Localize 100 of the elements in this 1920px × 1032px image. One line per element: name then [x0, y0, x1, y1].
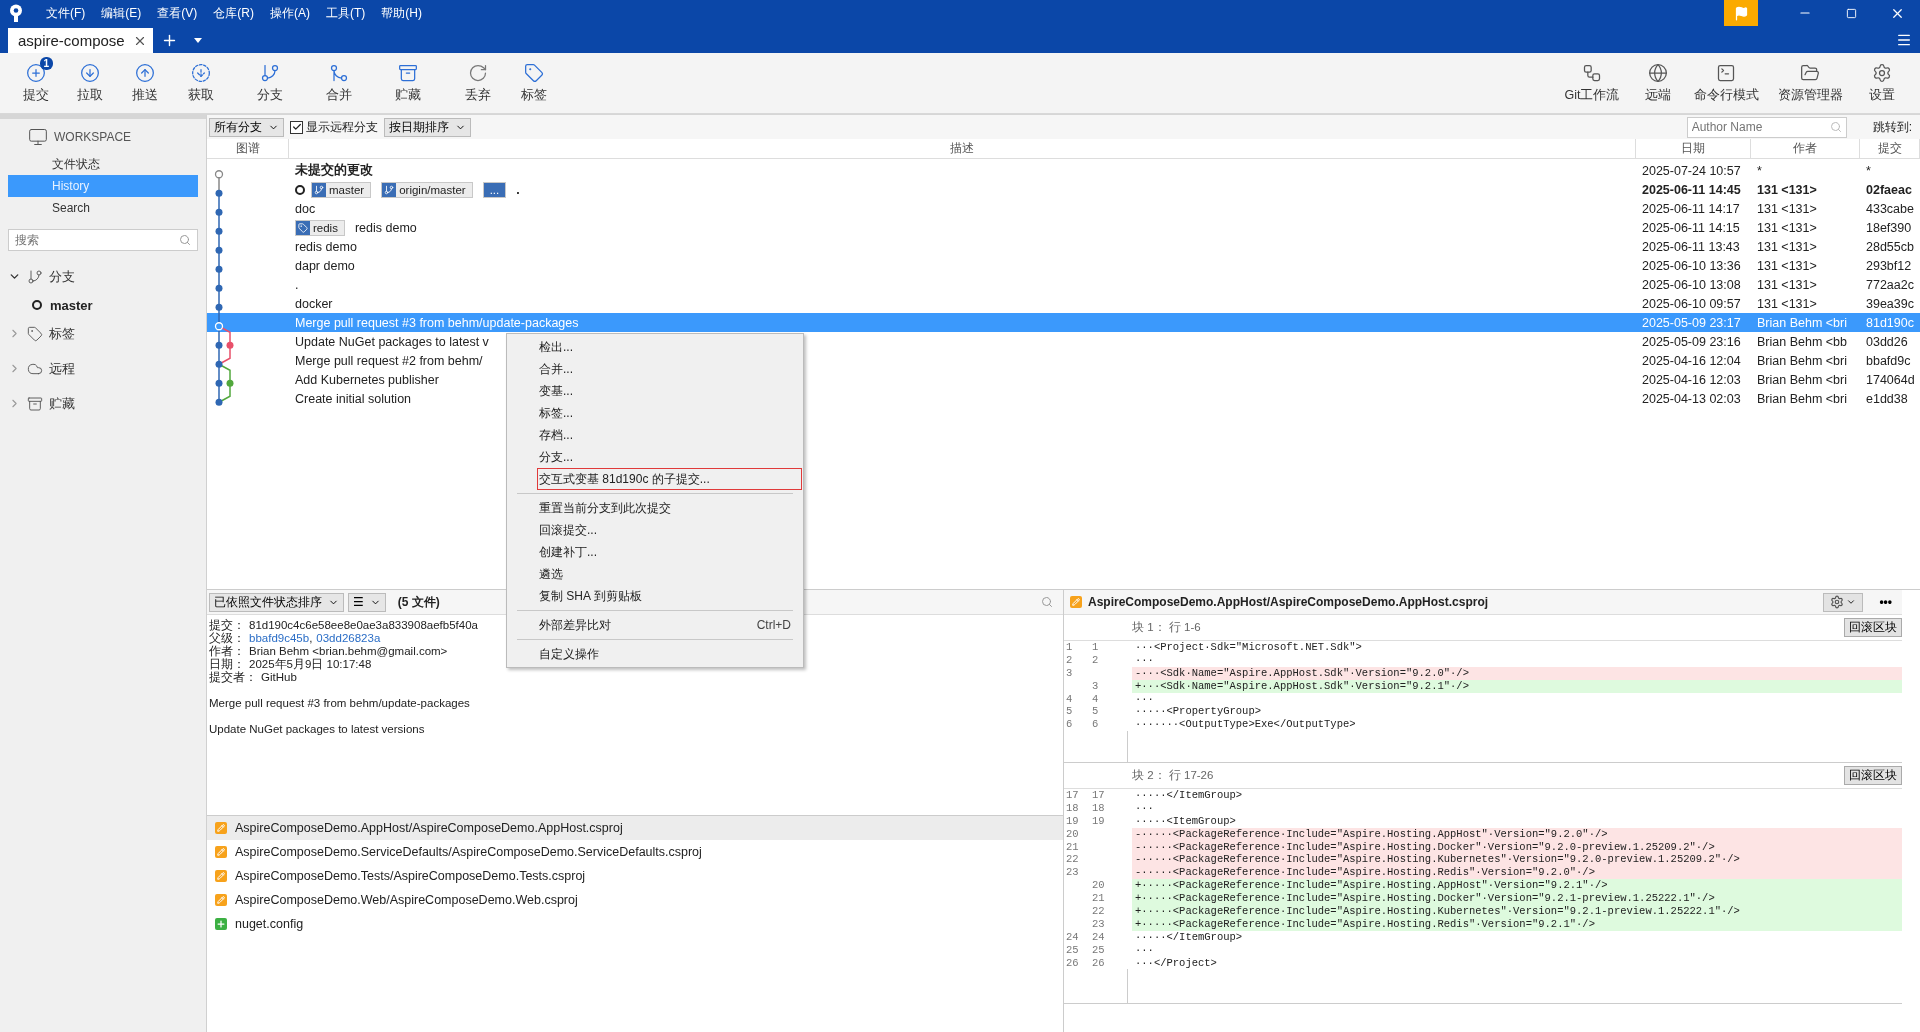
toolbar-button[interactable]: 远端 — [1632, 53, 1684, 113]
file-row[interactable]: AspireComposeDemo.Web/AspireComposeDemo.Web.csproj — [207, 888, 1063, 912]
sort-dropdown[interactable]: 按日期排序 — [384, 117, 471, 137]
commit-message: Merge pull request #3 from behm/update-packages — [295, 315, 579, 330]
modified-icon — [215, 846, 227, 858]
file-row[interactable]: AspireComposeDemo.AppHost/AspireComposeDemo.AppHost.csproj — [207, 816, 1063, 840]
toolbar-button[interactable]: 推送 — [117, 53, 173, 113]
sidebar-item[interactable]: 文件状态 — [8, 153, 198, 175]
file-path: nuget.config — [235, 917, 304, 931]
menu-item[interactable]: 遴选 — [507, 563, 803, 585]
toolbar-button[interactable]: 资源管理器 — [1768, 53, 1852, 113]
menu-item[interactable]: 交互式变基 81d190c 的子提交... — [537, 468, 802, 490]
toolbar-button[interactable]: 贮藏 — [366, 53, 450, 113]
menu-item[interactable]: 复制 SHA 到剪贴板 — [507, 585, 803, 607]
column-header[interactable]: 图谱 — [207, 139, 289, 158]
sha-cell-text: 39ea39c — [1865, 296, 1915, 311]
toolbar-button[interactable]: 拉取 — [63, 53, 117, 113]
view-dropdown[interactable]: ☰ — [348, 592, 386, 612]
tree-item[interactable]: 分支 — [49, 267, 75, 286]
branch-label[interactable]: master — [311, 181, 372, 198]
branch-label[interactable]: origin/master — [381, 181, 473, 198]
hunk-title: 块 1： 行 1-6 — [1132, 620, 1201, 635]
date-cell-text: 2025-06-11 14:45 — [1641, 182, 1742, 197]
file-path: AspireComposeDemo.AppHost/AspireComposeDemo.AppHost.csproj — [1088, 595, 1489, 609]
menu-item[interactable]: 文件(F) — [38, 4, 94, 22]
menu-item[interactable]: 查看(V) — [149, 4, 206, 22]
menu-item[interactable]: 操作(A) — [262, 4, 318, 22]
column-header[interactable]: 日期 — [1636, 139, 1751, 158]
menu-item[interactable]: 回滚提交... — [507, 519, 803, 541]
toolbar-button[interactable]: 分支 — [228, 53, 312, 113]
toolbar-button[interactable]: 命令行模式 — [1684, 53, 1768, 113]
search-box[interactable]: 搜索 — [8, 229, 198, 251]
more-refs-tag[interactable]: ... — [482, 181, 507, 198]
branch-filter-dropdown[interactable]: 所有分支 — [209, 117, 284, 137]
caret-icon — [193, 38, 202, 43]
toolbar-button[interactable]: 合并 — [312, 53, 366, 113]
menu-item[interactable]: 帮助(H) — [373, 4, 430, 22]
commit-message: dapr demo — [295, 258, 355, 273]
field-value: GitHub — [261, 671, 297, 684]
search-icon — [179, 234, 191, 246]
author-search-field[interactable]: Author Name — [1691, 117, 1830, 137]
menu-item[interactable]: 合并... — [507, 358, 803, 380]
discard-icon — [468, 62, 488, 83]
file-row[interactable]: AspireComposeDemo.Tests/AspireComposeDemo.Tests.csproj — [207, 864, 1063, 888]
checkbox[interactable] — [290, 120, 303, 134]
menu-item[interactable]: 外部差异比对 Ctrl+D — [507, 614, 803, 636]
author-cell-text: 131 <131> — [1756, 220, 1818, 235]
file-row[interactable]: AspireComposeDemo.ServiceDefaults/AspireComposeDemo.ServiceDefaults.csproj — [207, 840, 1063, 864]
menu-item[interactable]: 检出... — [507, 336, 803, 358]
commit-message: Merge pull request #2 from behm/ — [295, 353, 483, 368]
column-header[interactable]: 描述 — [289, 139, 1636, 158]
context-line: 26 26 ···</Project> — [1064, 956, 1218, 970]
context-line: 2 2 ··· — [1064, 653, 1155, 667]
sort-dropdown[interactable]: 已依照文件状态排序 — [209, 592, 344, 612]
file-row[interactable]: nuget.config — [207, 912, 1063, 936]
branch-item[interactable]: master — [50, 297, 93, 313]
tree-item[interactable]: 远程 — [49, 359, 75, 378]
context-line: 19 19 ·····<ItemGroup> — [1064, 814, 1237, 828]
search-icon — [1829, 121, 1842, 133]
context-line: 1 1 ···<Project·Sdk="Microsoft.NET.Sdk"> — [1064, 641, 1363, 654]
date-cell-text: 2025-04-16 12:03 — [1641, 372, 1742, 387]
restore-icon — [1845, 7, 1857, 19]
revert-hunk-button[interactable]: 回滚区块 — [1844, 618, 1902, 637]
column-header[interactable]: 提交 — [1860, 139, 1920, 158]
author-cell-text: 131 <131> — [1756, 182, 1818, 197]
checkbox-label: 显示远程分支 — [306, 118, 378, 136]
more-button[interactable]: ••• — [1869, 595, 1902, 609]
menu-item[interactable]: 存档... — [507, 424, 803, 446]
column-header[interactable]: 作者 — [1751, 139, 1860, 158]
toolbar-button[interactable]: 设置 — [1852, 53, 1912, 113]
fetch-icon — [190, 62, 211, 83]
menu-item[interactable]: 标签... — [507, 402, 803, 424]
repository-tab[interactable]: aspire-compose — [8, 28, 153, 53]
menu-item[interactable]: 分支... — [507, 446, 803, 468]
search-field[interactable]: 搜索 — [15, 230, 179, 250]
toolbar-button[interactable]: 获取 — [173, 53, 228, 113]
sidebar-item[interactable]: Search — [8, 197, 198, 219]
author-search-box[interactable]: Author Name — [1686, 116, 1847, 138]
menu-item[interactable]: 编辑(E) — [93, 4, 150, 22]
tree-item[interactable]: 贮藏 — [49, 394, 75, 413]
toolbar-button[interactable]: Git工作流 — [1552, 53, 1632, 113]
terminal-icon — [1716, 62, 1736, 83]
toolbar-button[interactable]: 提交 1 — [8, 53, 63, 113]
parent-link[interactable]: 03dd26823a — [316, 632, 381, 645]
menu-item[interactable]: 重置当前分支到此次提交 — [507, 497, 803, 519]
tag-label[interactable]: redis — [295, 219, 345, 236]
added-icon — [215, 918, 227, 930]
menu-item[interactable]: 自定义操作 — [507, 643, 803, 665]
toolbar-button[interactable]: 标签 — [506, 53, 562, 113]
sha-cell-text: * — [1865, 163, 1872, 178]
branch-icon — [382, 182, 397, 197]
tree-item[interactable]: 标签 — [49, 324, 75, 343]
menu-item[interactable]: 仓库(R) — [205, 4, 262, 22]
menu-item[interactable]: 工具(T) — [318, 4, 374, 22]
revert-hunk-button[interactable]: 回滚区块 — [1844, 766, 1902, 785]
gear-icon — [1830, 595, 1845, 609]
settings-dropdown[interactable] — [1823, 592, 1864, 612]
toolbar-button[interactable]: 丢弃 — [450, 53, 506, 113]
menu-item[interactable]: 创建补丁... — [507, 541, 803, 563]
menu-item[interactable]: 变基... — [507, 380, 803, 402]
